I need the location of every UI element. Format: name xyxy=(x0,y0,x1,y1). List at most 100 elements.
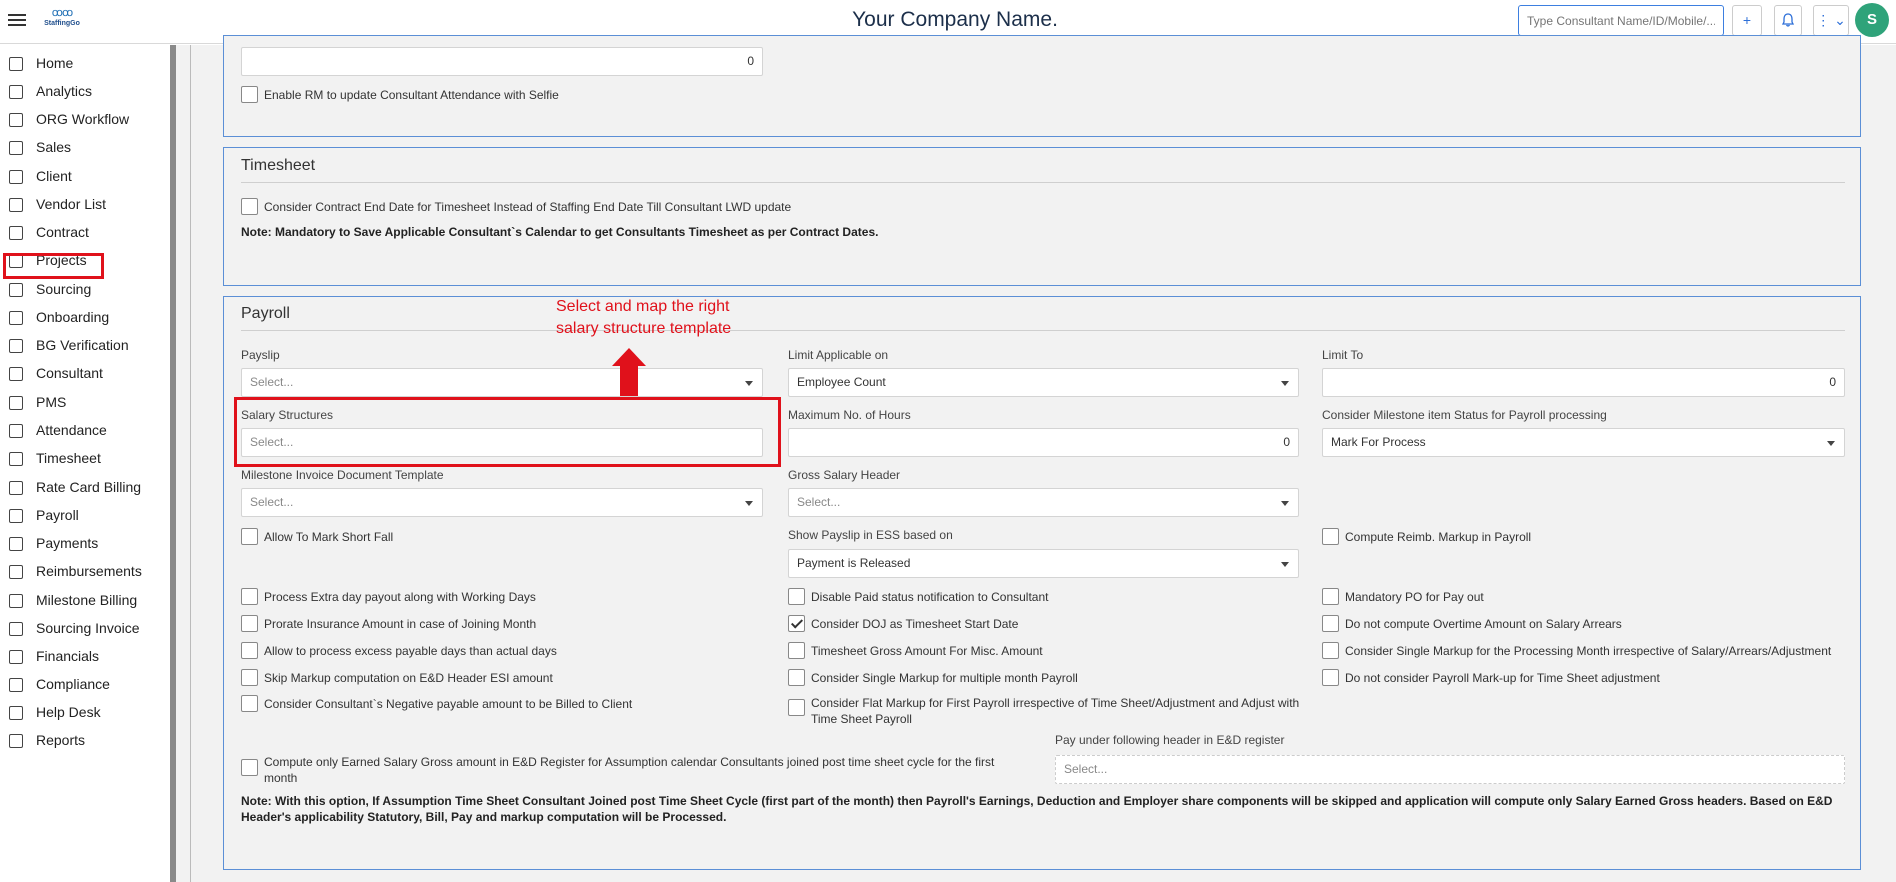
sidebar-item-label: Home xyxy=(36,55,74,71)
max-hours-label: Maximum No. of Hours xyxy=(788,408,911,422)
vendor-icon xyxy=(9,198,23,212)
option-checkbox[interactable] xyxy=(241,642,258,659)
consultant-icon xyxy=(9,367,23,381)
sidebar-item-onboarding[interactable]: Onboarding xyxy=(0,304,170,332)
milestone-template-label: Milestone Invoice Document Template xyxy=(241,468,444,482)
doj-start-date-checkbox[interactable] xyxy=(788,615,805,632)
option-checkbox[interactable] xyxy=(1322,615,1339,632)
option-checkbox[interactable] xyxy=(1322,669,1339,686)
sidebar-item-contract[interactable]: Contract xyxy=(0,219,170,247)
limit-applicable-label: Limit Applicable on xyxy=(788,348,889,362)
sidebar-item-home[interactable]: Home xyxy=(0,50,170,78)
gross-header-placeholder: Select... xyxy=(797,495,841,509)
sidebar-item-label: Consultant xyxy=(36,365,103,381)
sidebar-item-label: ORG Workflow xyxy=(36,111,130,127)
option-label: Skip Markup computation on E&D Header ES… xyxy=(264,671,553,685)
attendance-panel: 0 Enable RM to update Consultant Attenda… xyxy=(223,35,1861,137)
reports-icon xyxy=(9,734,23,748)
sidebar-item-label: Reimbursements xyxy=(36,563,142,579)
earned-salary-checkbox[interactable] xyxy=(241,759,258,776)
short-fall-label: Allow To Mark Short Fall xyxy=(264,530,394,544)
option-checkbox[interactable] xyxy=(241,695,258,712)
limit-applicable-select[interactable]: Employee Count xyxy=(788,368,1299,397)
milestone-template-select[interactable]: Select... xyxy=(241,488,763,517)
reimb-markup-checkbox[interactable] xyxy=(1322,528,1339,545)
max-hours-input[interactable]: 0 xyxy=(788,428,1299,457)
notification-bell-icon[interactable] xyxy=(1774,5,1802,36)
sidebar-item-label: Financials xyxy=(36,648,100,664)
option-checkbox[interactable] xyxy=(1322,642,1339,659)
milestone-status-select[interactable]: Mark For Process xyxy=(1322,428,1845,457)
sidebar-item-payroll[interactable]: Payroll xyxy=(0,502,170,530)
sidebar-item-attendance[interactable]: Attendance xyxy=(0,417,170,445)
limit-to-input[interactable]: 0 xyxy=(1322,368,1845,397)
sidebar-item-rate-card-billing[interactable]: Rate Card Billing xyxy=(0,474,170,502)
timesheet-icon xyxy=(9,452,23,466)
option-label: Prorate Insurance Amount in case of Join… xyxy=(264,617,537,631)
avatar[interactable]: S xyxy=(1855,3,1889,37)
reimb-markup-label: Compute Reimb. Markup in Payroll xyxy=(1345,530,1532,544)
sidebar-item-timesheet[interactable]: Timesheet xyxy=(0,445,170,473)
sidebar-item-bg-verification[interactable]: BG Verification xyxy=(0,332,170,360)
sidebar-item-org-workflow[interactable]: ORG Workflow xyxy=(0,106,170,134)
gross-header-select[interactable]: Select... xyxy=(788,488,1299,517)
payslip-select[interactable]: Select... xyxy=(241,368,763,397)
option-checkbox[interactable] xyxy=(241,669,258,686)
sidebar-item-consultant[interactable]: Consultant xyxy=(0,360,170,388)
more-options-icon[interactable]: ⋮ ⌄ xyxy=(1813,5,1849,36)
option-checkbox[interactable] xyxy=(788,642,805,659)
show-payslip-label: Show Payslip in ESS based on xyxy=(788,528,953,542)
option-checkbox[interactable] xyxy=(788,699,805,716)
sidebar-item-sourcing-invoice[interactable]: Sourcing Invoice xyxy=(0,615,170,643)
milestone-status-value: Mark For Process xyxy=(1331,435,1426,449)
sidebar-item-reimbursements[interactable]: Reimbursements xyxy=(0,558,170,586)
option-label: Consider Single Markup for multiple mont… xyxy=(811,671,1078,685)
sidebar-item-label: Payroll xyxy=(36,507,79,523)
chevron-down-icon xyxy=(745,501,753,506)
option-label: Consider Flat Markup for First Payroll i… xyxy=(811,696,1300,726)
sidebar-item-financials[interactable]: Financials xyxy=(0,643,170,671)
divider xyxy=(241,330,1845,331)
option-checkbox[interactable] xyxy=(241,588,258,605)
contract-end-date-label: Consider Contract End Date for Timesheet… xyxy=(264,200,792,214)
short-fall-checkbox[interactable] xyxy=(241,528,258,545)
option-checkbox[interactable] xyxy=(1322,588,1339,605)
add-button[interactable]: + xyxy=(1732,5,1762,36)
pay-under-label: Pay under following header in E&D regist… xyxy=(1055,733,1285,747)
sidebar-item-label: Attendance xyxy=(36,422,107,438)
limit-applicable-value: Employee Count xyxy=(797,375,886,389)
option-label: Timesheet Gross Amount For Misc. Amount xyxy=(811,644,1043,658)
chevron-down-icon xyxy=(745,381,753,386)
sidebar-item-vendor-list[interactable]: Vendor List xyxy=(0,191,170,219)
gross-header-label: Gross Salary Header xyxy=(788,468,901,482)
option-checkbox[interactable] xyxy=(241,615,258,632)
sidebar-item-analytics[interactable]: Analytics xyxy=(0,78,170,106)
consultant-search-input[interactable] xyxy=(1518,5,1724,36)
option-checkbox[interactable] xyxy=(788,669,805,686)
option-checkbox[interactable] xyxy=(788,588,805,605)
selfie-attendance-checkbox[interactable] xyxy=(241,86,258,103)
milestone-icon xyxy=(9,594,23,608)
sidebar-item-pms[interactable]: PMS xyxy=(0,389,170,417)
sidebar-item-reports[interactable]: Reports xyxy=(0,727,170,755)
arrow-up-icon xyxy=(612,348,646,366)
payroll-icon xyxy=(9,509,23,523)
sidebar-item-sourcing[interactable]: Sourcing xyxy=(0,276,170,304)
contract-end-date-checkbox[interactable] xyxy=(241,198,258,215)
sidebar-item-compliance[interactable]: Compliance xyxy=(0,671,170,699)
chevron-down-icon xyxy=(1281,562,1289,567)
sidebar-item-payments[interactable]: Payments xyxy=(0,530,170,558)
sidebar-item-label: Onboarding xyxy=(36,309,110,325)
option-label: Mandatory PO for Pay out xyxy=(1345,590,1484,604)
chevron-down-icon xyxy=(1281,501,1289,506)
show-payslip-select[interactable]: Payment is Released xyxy=(788,549,1299,578)
pay-under-select[interactable]: Select... xyxy=(1055,755,1845,784)
menu-icon[interactable] xyxy=(8,11,26,29)
sidebar-item-help-desk[interactable]: Help Desk xyxy=(0,699,170,727)
attendance-value-field[interactable]: 0 xyxy=(241,47,763,76)
sidebar-item-sales[interactable]: Sales xyxy=(0,134,170,162)
sidebar-item-milestone-billing[interactable]: Milestone Billing xyxy=(0,587,170,615)
sidebar-item-client[interactable]: Client xyxy=(0,163,170,191)
logo[interactable]: ꝏꝏ StaffingGo xyxy=(40,6,84,36)
milestone-template-placeholder: Select... xyxy=(250,495,294,509)
